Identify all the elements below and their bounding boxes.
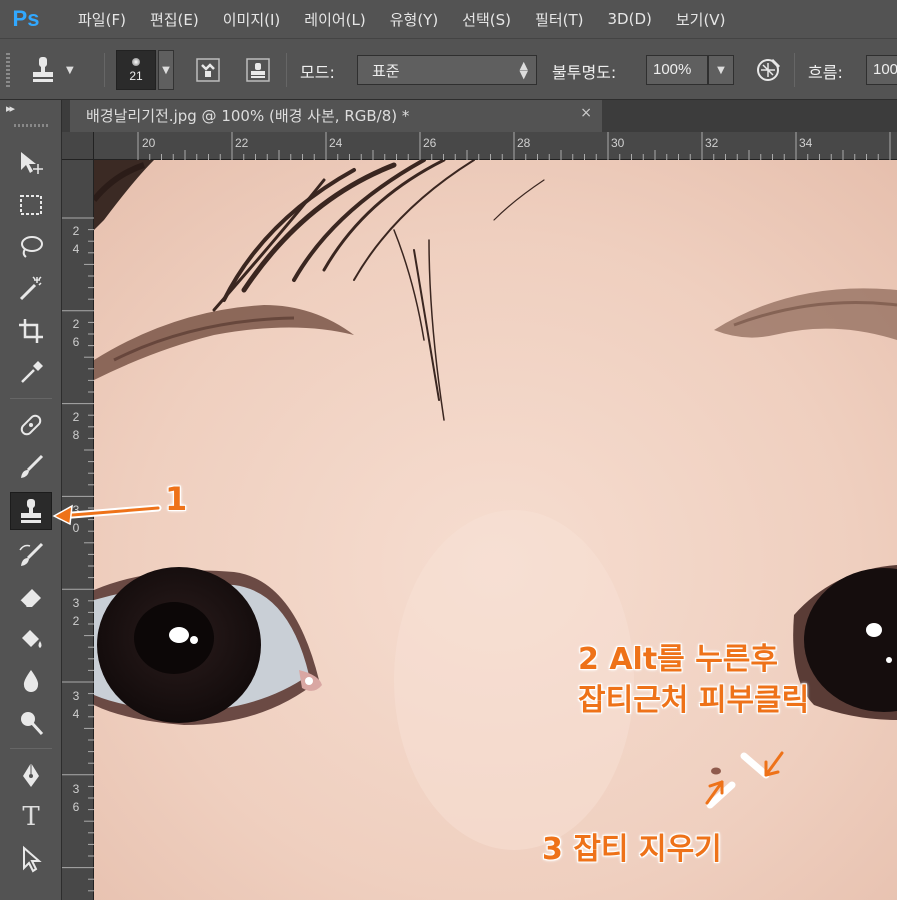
document-title: 배경날리기전.jpg @ 100% (배경 사본, RGB/8) * [86,107,410,125]
toolbox-divider [10,748,52,749]
pen-icon [23,763,39,787]
menu-file[interactable]: 파일(F) [78,9,126,30]
ruler-label: 20 [142,136,156,150]
toolbox-grip[interactable] [14,124,48,127]
ruler-origin[interactable] [62,132,94,160]
options-divider [104,53,105,87]
history-brush-icon [19,542,44,566]
menu-filter[interactable]: 필터(T) [535,9,583,30]
mode-select[interactable]: 표준 ▲ ▼ [357,55,537,85]
menu-layer[interactable]: 레이어(L) [304,9,365,30]
crop-icon [19,319,43,343]
ruler-label: 34 [72,689,80,721]
ruler-label: 32 [705,136,719,150]
ruler-label: 26 [423,136,437,150]
healing-brush-tool[interactable] [10,406,52,444]
clone-stamp-icon [33,57,53,82]
opacity-dropdown-button[interactable]: ▼ [708,55,734,85]
history-brush-tool[interactable] [10,536,52,574]
type-tool[interactable]: T [10,798,52,836]
annotation-arrow-1 [52,504,162,526]
options-divider [794,53,795,87]
lasso-icon [21,236,43,258]
dodge-icon [21,712,44,736]
updown-arrows-icon: ▲ ▼ [519,59,528,81]
brush-preset-picker[interactable]: 21 [116,50,156,90]
ruler-label: 28 [72,410,80,442]
ruler-label: 24 [329,136,343,150]
rectangular-marquee-icon [20,195,42,215]
brush-icon [21,454,44,478]
pen-tool[interactable] [10,756,52,794]
step-3-label: 3 잡티 지우기 [542,832,722,867]
lasso-tool[interactable] [10,228,52,266]
eraser-icon [19,589,41,608]
photoshop-logo: Ps [12,6,40,31]
horizontal-ruler[interactable]: 20 22 24 26 28 30 32 34 [94,132,897,160]
mode-value: 표준 [372,62,400,80]
eyedropper-tool[interactable] [10,354,52,392]
ruler-label: 30 [611,136,625,150]
ruler-label: 22 [235,136,249,150]
move-tool[interactable] [10,144,52,182]
step-1-label: 1 [165,480,188,518]
menu-select[interactable]: 선택(S) [462,9,511,30]
collapse-panel-icon[interactable]: ▸▸ [6,102,15,115]
tool-preset-picker[interactable]: ▼ [28,53,92,87]
flow-label: 흐름: [808,63,843,82]
step-2-label-line2: 잡티근처 피부클릭 [578,683,810,718]
ruler-ticks [137,132,891,160]
ruler-label: 28 [517,136,531,150]
close-icon[interactable]: × [580,105,592,121]
pressure-opacity-icon[interactable] [754,56,782,84]
toolbox-divider [10,398,52,399]
brush-tip-icon [132,57,140,66]
mode-label: 모드: [300,63,335,82]
magic-wand-icon [19,276,42,301]
opacity-label: 불투명도: [552,63,617,82]
eraser-tool[interactable] [10,578,52,616]
brush-tool[interactable] [10,448,52,486]
ruler-label: 34 [799,136,813,150]
brush-panel-icon[interactable] [194,56,222,84]
document-tab-bar: 배경날리기전.jpg @ 100% (배경 사본, RGB/8) * × [62,100,897,132]
crop-tool[interactable] [10,312,52,350]
options-divider [286,53,287,87]
ruler-label: 36 [72,782,80,814]
ruler-label: 24 [72,224,80,256]
menu-bar: Ps 파일(F) 편집(E) 이미지(I) 레이어(L) 유형(Y) 선택(S)… [0,0,897,38]
paint-bucket-icon [22,630,42,648]
move-icon [21,152,43,174]
eyedropper-icon [21,361,43,383]
menu-type[interactable]: 유형(Y) [390,9,438,30]
type-icon: T [22,802,40,832]
blur-tool[interactable] [10,662,52,700]
magic-wand-tool[interactable] [10,270,52,308]
options-grip[interactable] [6,53,10,87]
document-tab[interactable]: 배경날리기전.jpg @ 100% (배경 사본, RGB/8) * × [70,100,602,132]
dodge-tool[interactable] [10,704,52,742]
bandage-icon [20,414,42,436]
opacity-input[interactable]: 100% [646,55,708,85]
step-2-label-line1: 2 Alt를 누른후 [578,642,779,677]
brush-dropdown-button[interactable]: ▼ [158,50,174,90]
path-selection-tool[interactable] [10,840,52,878]
ruler-label: 26 [72,317,80,349]
chevron-down-icon: ▼ [66,64,74,76]
ruler-label: 32 [72,596,80,628]
paint-bucket-tool[interactable] [10,620,52,658]
flow-input[interactable]: 100 [866,55,897,85]
blur-drop-icon [23,670,39,692]
menu-view[interactable]: 보기(V) [676,9,726,30]
menu-image[interactable]: 이미지(I) [223,9,281,30]
clone-source-panel-icon[interactable] [244,56,272,84]
menu-edit[interactable]: 편집(E) [150,9,199,30]
marquee-tool[interactable] [10,186,52,224]
menu-3d[interactable]: 3D(D) [608,10,652,28]
brush-size-value: 21 [129,68,143,83]
path-selection-icon [23,845,42,873]
options-bar: ▼ 21 ▼ 모드: 표준 ▲ ▼ 불투명도: 100% ▼ 흐름: 100 [0,38,897,100]
